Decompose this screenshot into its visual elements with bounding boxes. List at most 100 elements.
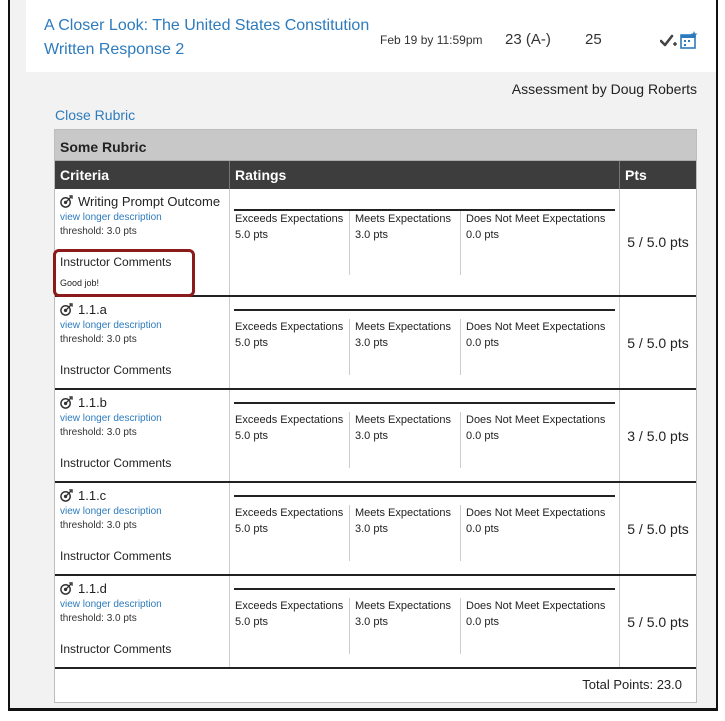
rating-pts: 5.0 pts <box>235 430 269 442</box>
rating-meets[interactable]: Meets Expectations 3.0 pts <box>350 211 461 275</box>
rating-pts: 0.0 pts <box>466 523 500 535</box>
ratings-group: Exceeds Expectations 5.0 pts Meets Expect… <box>230 319 619 375</box>
criterion-title: 1.1.b <box>60 395 229 410</box>
assessor-label: Assessment by Doug Roberts <box>511 81 697 97</box>
criterion-points: 5 / 5.0 pts <box>627 334 689 351</box>
rating-meets[interactable]: Meets Expectations 3.0 pts <box>350 319 461 375</box>
rating-does-not-meet[interactable]: Does Not Meet Expectations 0.0 pts <box>461 412 619 468</box>
rating-does-not-meet[interactable]: Does Not Meet Expectations 0.0 pts <box>461 319 619 375</box>
rating-exceeds[interactable]: Exceeds Expectations 5.0 pts <box>230 505 350 561</box>
rating-label: Meets Expectations <box>355 213 451 225</box>
rating-does-not-meet[interactable]: Does Not Meet Expectations 0.0 pts <box>461 211 619 275</box>
close-rubric-link[interactable]: Close Rubric <box>55 107 135 123</box>
rating-exceeds[interactable]: Exceeds Expectations 5.0 pts <box>230 412 350 468</box>
rating-meets[interactable]: Meets Expectations 3.0 pts <box>350 412 461 468</box>
ratings-group: Exceeds Expectations 5.0 pts Meets Expect… <box>230 211 619 275</box>
ratings-cell: Exceeds Expectations 5.0 pts Meets Expect… <box>230 576 620 667</box>
rating-pts: 0.0 pts <box>466 430 500 442</box>
assignment-title[interactable]: A Closer Look: The United States Constit… <box>44 14 374 62</box>
rating-pts: 3.0 pts <box>355 616 389 628</box>
instructor-comments-label: Instructor Comments <box>60 642 172 656</box>
criterion-cell: 1.1.b view longer description threshold:… <box>55 390 230 481</box>
rubric-table: Some Rubric Criteria Ratings Pts Writing… <box>53 129 697 703</box>
rating-pts: 3.0 pts <box>355 430 389 442</box>
instructor-comment: Good job! <box>60 278 100 288</box>
criterion-row: Writing Prompt Outcome view longer descr… <box>53 189 696 297</box>
threshold-text: threshold: 3.0 pts <box>60 613 137 624</box>
rating-does-not-meet[interactable]: Does Not Meet Expectations 0.0 pts <box>461 598 619 654</box>
criterion-title: 1.1.a <box>60 302 229 317</box>
rating-exceeds[interactable]: Exceeds Expectations 5.0 pts <box>230 598 350 654</box>
criteria-header: Criteria <box>55 161 230 189</box>
rating-label: Does Not Meet Expectations <box>466 213 606 225</box>
calendar-star-icon[interactable] <box>680 31 698 49</box>
criterion-title: 1.1.c <box>60 488 229 503</box>
frame-border-bottom <box>8 708 718 711</box>
ratings-divider <box>234 309 615 311</box>
view-longer-description-link[interactable]: view longer description <box>60 212 229 223</box>
rating-pts: 5.0 pts <box>235 337 269 349</box>
threshold-text: threshold: 3.0 pts <box>60 226 137 237</box>
instructor-comments-label: Instructor Comments <box>60 363 172 377</box>
criterion-points: 5 / 5.0 pts <box>627 234 689 250</box>
ratings-cell: Exceeds Expectations 5.0 pts Meets Expect… <box>230 189 620 295</box>
ratings-cell: Exceeds Expectations 5.0 pts Meets Expect… <box>230 483 620 574</box>
instructor-comments-label: Instructor Comments <box>60 255 172 269</box>
criterion-points: 3 / 5.0 pts <box>627 427 689 444</box>
rating-label: Does Not Meet Expectations <box>466 600 606 612</box>
threshold-text: threshold: 3.0 pts <box>60 334 137 345</box>
rating-label: Does Not Meet Expectations <box>466 507 606 519</box>
rating-label: Exceeds Expectations <box>235 414 344 426</box>
criterion-cell: 1.1.a view longer description threshold:… <box>55 297 230 388</box>
checkmark-plus-icon[interactable] <box>660 32 678 50</box>
criterion-row: 1.1.a view longer description threshold:… <box>55 297 696 390</box>
ratings-header: Ratings <box>230 161 620 189</box>
rating-label: Does Not Meet Expectations <box>466 414 606 426</box>
rating-meets[interactable]: Meets Expectations 3.0 pts <box>350 505 461 561</box>
rating-pts: 0.0 pts <box>466 229 500 241</box>
criterion-name: 1.1.d <box>78 581 107 596</box>
criterion-title: 1.1.d <box>60 581 229 596</box>
rating-label: Meets Expectations <box>355 600 451 612</box>
rating-pts: 3.0 pts <box>355 229 389 241</box>
screenshot-frame: A Closer Look: The United States Constit… <box>0 0 725 721</box>
rating-label: Meets Expectations <box>355 507 451 519</box>
rubric-header-row: Criteria Ratings Pts <box>55 161 696 189</box>
rating-meets[interactable]: Meets Expectations 3.0 pts <box>350 598 461 654</box>
view-longer-description-link[interactable]: view longer description <box>60 599 229 610</box>
score: 23 (A-) <box>505 31 551 48</box>
rating-label: Exceeds Expectations <box>235 507 344 519</box>
pts-header: Pts <box>625 167 647 183</box>
total-points: Total Points: 23.0 <box>582 677 682 692</box>
ratings-group: Exceeds Expectations 5.0 pts Meets Expect… <box>230 412 619 468</box>
target-icon <box>60 489 73 502</box>
rating-pts: 5.0 pts <box>235 229 269 241</box>
rating-label: Does Not Meet Expectations <box>466 321 606 333</box>
instructor-comments-label: Instructor Comments <box>60 549 172 563</box>
rating-pts: 3.0 pts <box>355 337 389 349</box>
ratings-divider <box>234 402 615 404</box>
ratings-group: Exceeds Expectations 5.0 pts Meets Expect… <box>230 598 619 654</box>
rubric-title: Some Rubric <box>55 130 696 161</box>
rating-label: Exceeds Expectations <box>235 600 344 612</box>
ratings-cell: Exceeds Expectations 5.0 pts Meets Expect… <box>230 390 620 481</box>
due-date: Feb 19 by 11:59pm <box>380 33 483 47</box>
criterion-cell: 1.1.d view longer description threshold:… <box>55 576 230 667</box>
rating-exceeds[interactable]: Exceeds Expectations 5.0 pts <box>230 211 350 275</box>
criterion-name: 1.1.b <box>78 395 107 410</box>
view-longer-description-link[interactable]: view longer description <box>60 413 229 424</box>
criterion-row: 1.1.d view longer description threshold:… <box>55 576 696 669</box>
rating-does-not-meet[interactable]: Does Not Meet Expectations 0.0 pts <box>461 505 619 561</box>
rating-pts: 0.0 pts <box>466 337 500 349</box>
criterion-name: Writing Prompt Outcome <box>78 194 221 209</box>
ratings-cell: Exceeds Expectations 5.0 pts Meets Expect… <box>230 297 620 388</box>
view-longer-description-link[interactable]: view longer description <box>60 320 229 331</box>
rating-pts: 5.0 pts <box>235 523 269 535</box>
criterion-row: 1.1.c view longer description threshold:… <box>55 483 696 576</box>
target-icon <box>60 396 73 409</box>
rating-pts: 5.0 pts <box>235 616 269 628</box>
target-icon <box>60 303 73 316</box>
rating-exceeds[interactable]: Exceeds Expectations 5.0 pts <box>230 319 350 375</box>
view-longer-description-link[interactable]: view longer description <box>60 506 229 517</box>
frame-border-right <box>716 0 718 710</box>
